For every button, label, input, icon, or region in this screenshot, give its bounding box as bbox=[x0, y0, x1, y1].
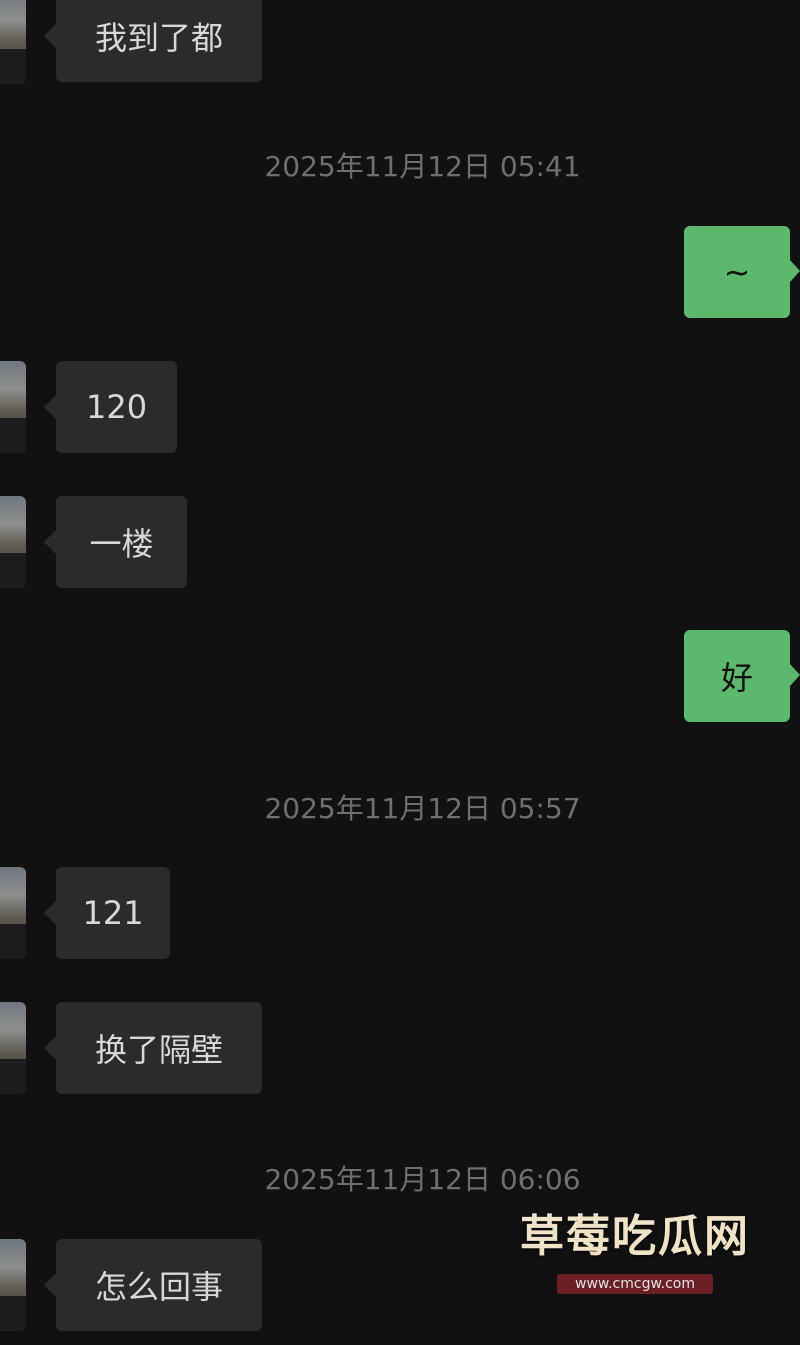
incoming-message-bubble[interactable]: 怎么回事 bbox=[44, 1239, 262, 1331]
incoming-message-bubble[interactable]: 换了隔壁 bbox=[44, 1002, 262, 1094]
incoming-message-bubble[interactable]: 一楼 bbox=[44, 496, 187, 588]
incoming-message-bubble[interactable]: 120 bbox=[44, 361, 177, 453]
chat-timestamp: 2025年11月12日 05:57 bbox=[264, 792, 581, 825]
chat-timestamp: 2025年11月12日 06:06 bbox=[264, 1163, 581, 1196]
message-text: 121 bbox=[82, 894, 144, 932]
contact-avatar[interactable] bbox=[0, 361, 26, 453]
contact-avatar[interactable] bbox=[0, 867, 26, 959]
watermark-url: www.cmcgw.com bbox=[557, 1274, 713, 1294]
chat-conversation: 我到了都 2025年11月12日 05:41 ~ 120 一楼 好 2025年1… bbox=[0, 0, 800, 1345]
site-watermark: 草莓吃瓜网 www.cmcgw.com bbox=[510, 1200, 760, 1294]
contact-avatar[interactable] bbox=[0, 1239, 26, 1331]
incoming-message-bubble[interactable]: 我到了都 bbox=[44, 0, 262, 82]
message-text: 好 bbox=[720, 659, 753, 697]
message-text: ~ bbox=[723, 253, 751, 291]
message-text: 我到了都 bbox=[94, 19, 223, 57]
outgoing-message-bubble[interactable]: 好 bbox=[684, 630, 800, 722]
message-text: 一楼 bbox=[89, 525, 154, 563]
contact-avatar[interactable] bbox=[0, 0, 26, 84]
contact-avatar[interactable] bbox=[0, 1002, 26, 1094]
message-text: 怎么回事 bbox=[94, 1268, 223, 1306]
incoming-message-bubble[interactable]: 121 bbox=[44, 867, 170, 959]
contact-avatar[interactable] bbox=[0, 496, 26, 588]
chat-timestamp: 2025年11月12日 05:41 bbox=[264, 150, 581, 183]
watermark-title: 草莓吃瓜网 bbox=[520, 1211, 750, 1262]
outgoing-message-bubble[interactable]: ~ bbox=[684, 226, 800, 318]
message-text: 120 bbox=[85, 388, 148, 426]
message-text: 换了隔壁 bbox=[94, 1031, 223, 1069]
